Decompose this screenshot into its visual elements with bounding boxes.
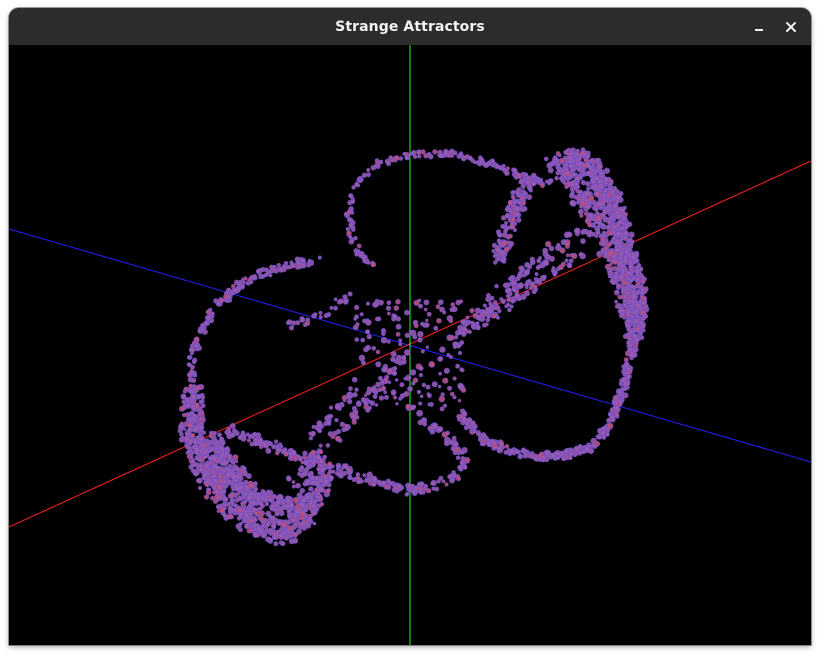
app-window: Strange Attractors [9,8,811,645]
close-icon [786,22,796,32]
window-title: Strange Attractors [335,18,485,35]
title-bar[interactable]: Strange Attractors [9,8,811,45]
close-button[interactable] [779,15,803,39]
minimize-icon [755,29,763,31]
attractor-viewport[interactable] [9,45,811,645]
attractor-scene[interactable] [9,45,811,645]
minimize-button[interactable] [747,15,771,39]
